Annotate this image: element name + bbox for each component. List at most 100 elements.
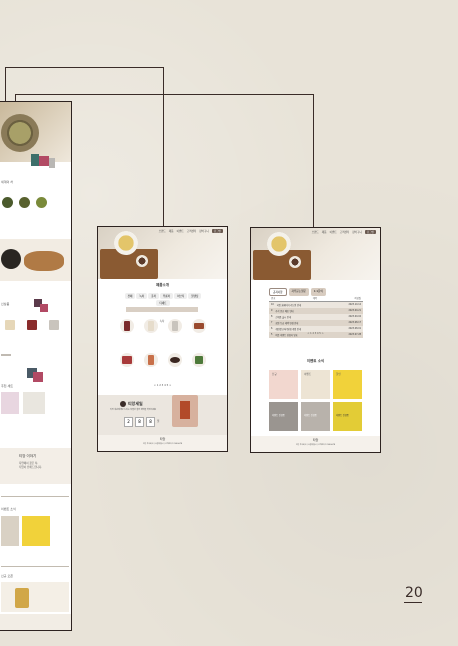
left-section-5-title: 이벤트 소식 [1,507,16,511]
page-number-underline [404,602,422,603]
right-nav-item[interactable]: 장바구니 [352,230,362,234]
tab-herb[interactable]: 허브티 [174,293,188,299]
mid-footer-logo: 티앙 [159,437,166,441]
col-title: 제목 [312,297,318,300]
row-date: 2023.08.01 [348,327,361,330]
product-box [124,321,130,331]
left-event-card-1[interactable] [1,516,19,546]
tea-spill-image [24,251,64,271]
story-banner: 티앙 이야기 자연에서 찾은 차, 티앙이 전해드립니다. [0,448,71,484]
set-image-2 [23,392,45,414]
set-images [1,392,69,418]
product-box [122,356,132,364]
left-section-3-title: 추천 세트 [1,384,13,388]
gray-swatch [49,158,55,168]
product-card[interactable] [144,319,158,333]
sale-logo-icon [120,401,126,407]
story-divider [1,496,69,497]
right-login-button[interactable]: 로그인 [364,229,376,234]
page-number: 20 [405,585,423,601]
event-grid: 신규 이벤트 할인 이벤트 진행중 이벤트 진행중 이벤트 진행중 [269,370,363,432]
product-card[interactable] [168,319,182,333]
leaf-1 [2,197,13,208]
set-image-1 [1,392,19,414]
product-box [195,356,203,364]
tab-set[interactable]: 티세트 [156,300,170,306]
mid-nav-item[interactable]: 브랜드 [159,229,166,233]
sale-product-card[interactable] [172,395,198,427]
event-card-label: 할인 [336,373,341,376]
product-box [148,355,154,365]
tab-oolong[interactable]: 우롱차 [159,293,174,299]
left-section-1-title: 세계의 차 [1,180,13,184]
event-card[interactable]: 이벤트 진행중 [269,402,298,431]
row-no: 10 [271,303,274,306]
table-header: 번호 제목 작성일 [269,295,363,302]
right-pagination[interactable]: < 1 2 3 4 5 > [251,332,380,336]
row-no: 8 [271,315,273,318]
leaf-2 [19,197,30,208]
col-no: 번호 [271,297,276,300]
event-card-label: 이벤트 [304,373,312,376]
swatch-rose [33,372,43,382]
sale-title: 티앙세일 [128,401,143,406]
event-card-label: 신규 [272,373,277,376]
countdown-digit: 2 [124,417,133,427]
gold-gift-image [15,588,29,608]
mid-nav-item[interactable]: 제품 [169,229,174,233]
mid-section-title: 제품소개 [156,283,169,287]
left-hero [0,102,71,168]
countdown-label: 일 [157,420,160,423]
tea-leaves-dish [289,256,301,268]
right-nav-item[interactable]: 제품 [322,230,327,234]
event-card[interactable]: 이벤트 진행중 [301,402,330,431]
mid-nav-item[interactable]: 이벤트 [177,229,184,233]
mid-navbar: 브랜드 제품 이벤트 고객센터 장바구니 로그인 [98,227,227,234]
col-date: 작성일 [354,297,361,300]
right-nav-item[interactable]: 고객센터 [340,230,350,234]
leaf-row [1,197,71,211]
right-nav-item[interactable]: 이벤트 [330,230,337,234]
event-card[interactable]: 이벤트 진행중 [333,402,362,431]
product-card[interactable] [192,353,206,367]
tea-cup-image [114,231,138,255]
event-card[interactable]: 신규 [269,370,298,399]
left-page-frame: 세계의 차 신상품 추천 세트 티앙 이야기 자연에서 찾은 차, 티앙이 전해… [0,101,72,631]
row-title: 회원 등급 혜택 변경 안내 [275,322,299,325]
row-title: 티앙 홈페이지 리뉴얼 안내 [276,304,302,307]
left-teapot-banner [0,239,71,281]
teapot-image [1,249,21,269]
product-card[interactable] [192,319,206,333]
product-page-frame: 브랜드 제품 이벤트 고객센터 장바구니 로그인 제품소개 전체 녹차 홍차 우… [97,226,228,452]
row-title: 추석 연휴 배송 안내 [275,310,294,313]
swatch-red [40,304,48,312]
left-slider-pill[interactable] [1,354,11,356]
left-event-card-2[interactable] [22,516,50,546]
tab-green-tea[interactable]: 녹차 [136,293,148,299]
product-card[interactable] [120,319,134,333]
mid-nav-item[interactable]: 고객센터 [187,229,197,233]
mid-footer-text: 티앙 주식회사 | 서울특별시 | 고객센터 1234-5678 [142,443,183,445]
right-nav-item[interactable]: 브랜드 [312,230,319,234]
tab-blend[interactable]: 블렌딩 [188,293,202,299]
right-footer: 티앙 티앙 주식회사 | 서울특별시 | 고객센터 1234-5678 [251,436,380,452]
mid-nav-item[interactable]: 장바구니 [199,229,209,233]
product-card[interactable] [168,353,182,367]
product-box [172,321,178,331]
tab-all[interactable]: 전체 [124,293,136,299]
event-card[interactable]: 할인 [333,370,362,399]
countdown: 2 8 8 일 [124,417,159,427]
sale-product-box [180,401,190,419]
product-card[interactable] [144,353,158,367]
mid-pagination[interactable]: < 1 2 3 4 5 > [98,384,227,388]
left-footer [0,614,71,630]
mid-login-button[interactable]: 로그인 [211,228,223,233]
row-title: 개인정보처리방침 개정 안내 [275,328,301,331]
product-card[interactable] [120,353,134,367]
left-section-6-title: 신규 오픈 [1,574,13,578]
event-card[interactable]: 이벤트 [301,370,330,399]
tab-black-tea[interactable]: 홍차 [148,293,159,299]
row-no: 9 [271,309,273,312]
left-section-2-title: 신상품 [1,302,10,306]
countdown-digit: 8 [135,417,144,427]
